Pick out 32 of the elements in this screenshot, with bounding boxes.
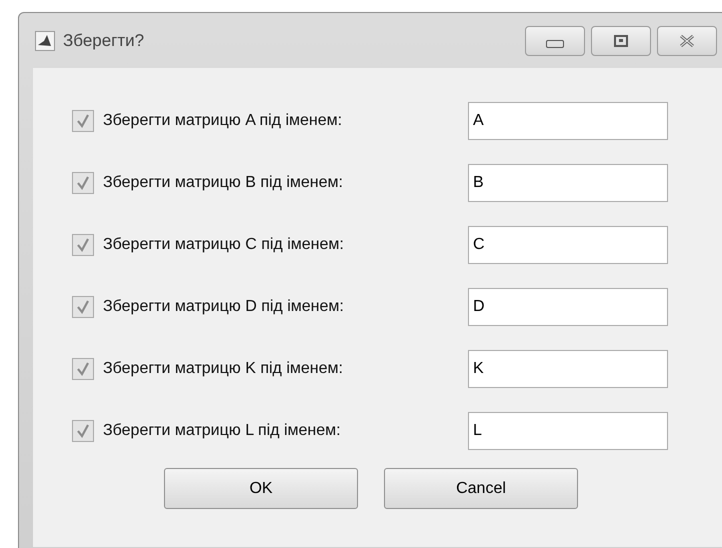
name-input-field[interactable]: A: [468, 102, 668, 140]
checkbox-label: Зберегти матрицю B під іменем:: [103, 173, 343, 193]
checkbox[interactable]: [72, 358, 94, 380]
name-input-field[interactable]: B: [468, 164, 668, 202]
name-input-field[interactable]: L: [468, 412, 668, 450]
checkbox-label: Зберегти матрицю C під іменем:: [103, 235, 344, 255]
checkbox-label: Зберегти матрицю A під іменем:: [103, 111, 342, 131]
checkmark-icon: [76, 114, 90, 128]
name-input-field[interactable]: K: [468, 350, 668, 388]
checkbox-label: Зберегти матрицю K під іменем:: [103, 359, 343, 379]
minimize-button[interactable]: [525, 26, 585, 56]
close-icon: [678, 34, 696, 48]
checkbox[interactable]: [72, 172, 94, 194]
checkbox-label: Зберегти матрицю D під іменем:: [103, 297, 344, 317]
checkbox[interactable]: [72, 420, 94, 442]
name-input-field[interactable]: C: [468, 226, 668, 264]
checkmark-icon: [76, 176, 90, 190]
ok-button[interactable]: OK: [164, 468, 358, 509]
checkbox[interactable]: [72, 296, 94, 318]
checkbox[interactable]: [72, 110, 94, 132]
checkbox[interactable]: [72, 234, 94, 256]
checkbox-label: Зберегти матрицю L під іменем:: [103, 421, 341, 441]
window-title: Зберегти?: [63, 30, 144, 52]
checkmark-icon: [76, 424, 90, 438]
maximize-button[interactable]: [591, 26, 651, 56]
checkmark-icon: [76, 362, 90, 376]
close-button[interactable]: [657, 26, 717, 56]
checkmark-icon: [76, 238, 90, 252]
checkmark-icon: [76, 300, 90, 314]
cancel-button[interactable]: Cancel: [384, 468, 578, 509]
app-logo-icon: [35, 30, 55, 50]
name-input-field[interactable]: D: [468, 288, 668, 326]
